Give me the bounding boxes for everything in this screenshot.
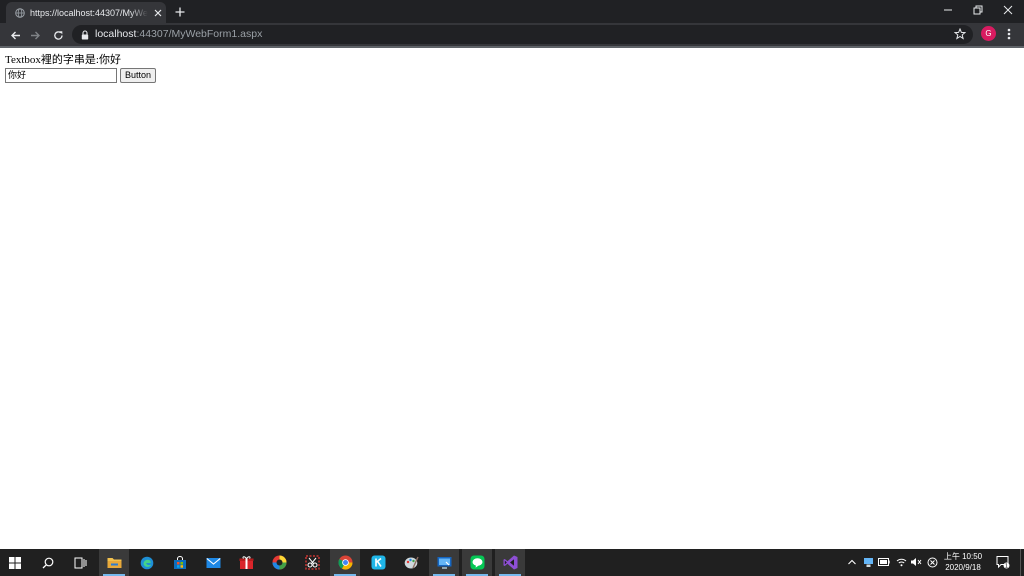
chevron-up-icon[interactable]	[846, 556, 858, 568]
chrome-icon[interactable]	[330, 549, 360, 576]
clock-date: 2020/9/18	[945, 563, 981, 572]
notification-center-icon[interactable]: 1	[996, 555, 1010, 569]
taskbar-clock[interactable]: 上午 10:50 2020/9/18	[936, 551, 990, 573]
clock-time: 上午 10:50	[943, 552, 983, 561]
network-icon[interactable]	[862, 556, 874, 568]
edge-icon[interactable]	[132, 549, 162, 576]
browser-toolbar: localhost:44307/MyWebForm1.aspx	[0, 23, 1024, 46]
snip-tool-icon[interactable]	[297, 549, 327, 576]
url-text: localhost:44307/MyWebForm1.aspx	[95, 27, 262, 42]
bookmark-star-icon[interactable]	[953, 27, 967, 41]
result-label: Textbox裡的字串是:你好	[5, 54, 121, 66]
text-input[interactable]	[5, 68, 117, 83]
toolbar-divider	[0, 46, 1024, 48]
paint-app-icon[interactable]	[396, 549, 426, 576]
globe-icon	[15, 7, 25, 18]
wifi-icon[interactable]	[895, 556, 907, 568]
search-icon[interactable]	[33, 549, 63, 576]
form-row: Button	[5, 68, 157, 83]
battery-icon[interactable]	[878, 556, 890, 568]
color-app-icon[interactable]	[264, 549, 294, 576]
profile-avatar[interactable]: G	[981, 26, 996, 41]
gift-app-icon[interactable]	[231, 549, 261, 576]
notification-count: 1	[1005, 563, 1008, 569]
volume-icon[interactable]	[910, 556, 922, 568]
page-content: Textbox裡的字串是:你好 Button	[5, 54, 157, 83]
line-app-icon[interactable]	[462, 549, 492, 576]
close-tab-icon[interactable]	[152, 7, 164, 19]
submit-button[interactable]: Button	[120, 68, 157, 83]
back-arrow-icon[interactable]	[7, 27, 23, 43]
address-bar[interactable]: localhost:44307/MyWebForm1.aspx	[72, 25, 973, 44]
lock-icon	[80, 29, 90, 40]
browser-tab-strip: https://localhost:44307/MyWebForm1.aspx	[0, 0, 1024, 23]
forward-arrow-icon[interactable]	[27, 27, 43, 43]
k-app-icon[interactable]	[363, 549, 393, 576]
reload-icon[interactable]	[50, 27, 66, 43]
close-window-button[interactable]	[993, 0, 1023, 20]
visual-studio-icon[interactable]	[495, 549, 525, 576]
restore-button[interactable]	[963, 0, 993, 20]
browser-tab[interactable]: https://localhost:44307/MyWebForm1.aspx	[6, 2, 166, 23]
taskbar	[0, 549, 1024, 576]
more-menu-icon[interactable]	[1003, 27, 1015, 41]
store-icon[interactable]	[165, 549, 195, 576]
remote-app-icon[interactable]	[429, 549, 459, 576]
minimize-button[interactable]	[933, 0, 963, 20]
start-icon[interactable]	[0, 549, 30, 576]
url-host: localhost	[95, 28, 137, 40]
tab-title: https://localhost:44307/MyWebForm1.aspx	[30, 7, 148, 18]
mail-icon[interactable]	[198, 549, 228, 576]
show-desktop-button[interactable]	[1020, 549, 1024, 576]
file-explorer-icon[interactable]	[99, 549, 129, 576]
new-tab-button[interactable]	[172, 4, 188, 20]
url-path: :44307/MyWebForm1.aspx	[136, 28, 263, 40]
task-view-icon[interactable]	[65, 549, 95, 576]
